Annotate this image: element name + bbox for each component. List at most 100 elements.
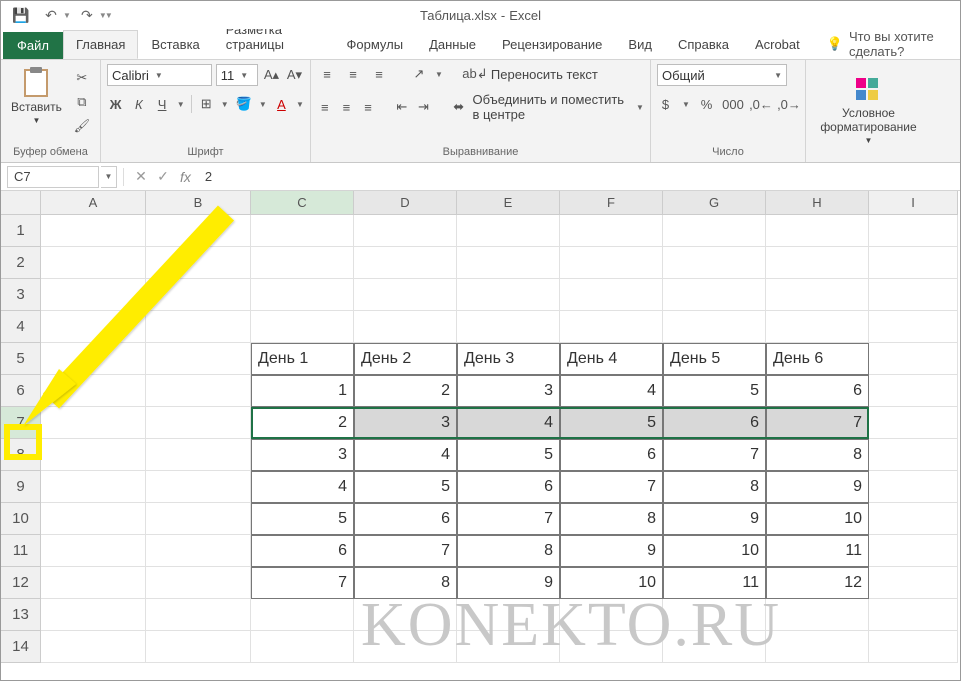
cell-E5[interactable]: День 3 (457, 343, 560, 375)
cell-H8[interactable]: 8 (766, 439, 869, 471)
cell-H11[interactable]: 11 (766, 535, 869, 567)
undo-icon[interactable]: ↶ (37, 3, 65, 27)
cell-D14[interactable] (354, 631, 457, 663)
cell-A1[interactable] (41, 215, 146, 247)
cell-I10[interactable] (869, 503, 958, 535)
cell-E12[interactable]: 9 (457, 567, 560, 599)
cell-C3[interactable] (251, 279, 354, 311)
align-bottom-icon[interactable]: ≡ (369, 64, 389, 84)
tab-insert[interactable]: Вставка (138, 30, 212, 59)
increase-indent-icon[interactable]: ⇥ (416, 97, 432, 117)
number-format-select[interactable]: Общий▼ (657, 64, 787, 86)
cell-B2[interactable] (146, 247, 251, 279)
row-header-6[interactable]: 6 (1, 375, 41, 407)
align-center-icon[interactable]: ≡ (339, 97, 355, 117)
cell-G7[interactable]: 6 (663, 407, 766, 439)
confirm-icon[interactable]: ✓ (152, 168, 174, 185)
cell-G11[interactable]: 10 (663, 535, 766, 567)
thousands-icon[interactable]: 000 (723, 94, 743, 114)
cell-D13[interactable] (354, 599, 457, 631)
cell-B11[interactable] (146, 535, 251, 567)
align-top-icon[interactable]: ≡ (317, 64, 337, 84)
row-header-9[interactable]: 9 (1, 471, 41, 503)
cell-F2[interactable] (560, 247, 663, 279)
cell-B13[interactable] (146, 599, 251, 631)
row-header-10[interactable]: 10 (1, 503, 41, 535)
save-icon[interactable]: 💾 (7, 3, 35, 27)
cell-I14[interactable] (869, 631, 958, 663)
cell-A11[interactable] (41, 535, 146, 567)
tab-review[interactable]: Рецензирование (489, 30, 615, 59)
tell-me-search[interactable]: 💡 Что вы хотите сделать? (827, 29, 960, 59)
cell-F5[interactable]: День 4 (560, 343, 663, 375)
cell-B3[interactable] (146, 279, 251, 311)
redo-icon[interactable]: ↷ (73, 3, 101, 27)
merge-center-button[interactable]: Объединить и поместить в центре (472, 92, 630, 122)
col-header-B[interactable]: B (146, 191, 251, 215)
font-size-select[interactable]: 11▼ (216, 64, 258, 86)
cell-F9[interactable]: 7 (560, 471, 663, 503)
col-header-C[interactable]: C (251, 191, 354, 215)
align-left-icon[interactable]: ≡ (317, 97, 333, 117)
col-header-F[interactable]: F (560, 191, 663, 215)
cell-G5[interactable]: День 5 (663, 343, 766, 375)
cell-I4[interactable] (869, 311, 958, 343)
cell-A8[interactable] (41, 439, 146, 471)
cell-C6[interactable]: 1 (251, 375, 354, 407)
cell-D2[interactable] (354, 247, 457, 279)
cell-I2[interactable] (869, 247, 958, 279)
fill-color-icon[interactable]: 🪣 (235, 94, 253, 114)
cell-A10[interactable] (41, 503, 146, 535)
cell-B4[interactable] (146, 311, 251, 343)
cell-G1[interactable] (663, 215, 766, 247)
row-header-14[interactable]: 14 (1, 631, 41, 663)
cell-D7[interactable]: 3 (354, 407, 457, 439)
cell-A4[interactable] (41, 311, 146, 343)
row-header-3[interactable]: 3 (1, 279, 41, 311)
cell-F13[interactable] (560, 599, 663, 631)
col-header-H[interactable]: H (766, 191, 869, 215)
cell-D8[interactable]: 4 (354, 439, 457, 471)
cell-D10[interactable]: 6 (354, 503, 457, 535)
cell-H2[interactable] (766, 247, 869, 279)
tab-home[interactable]: Главная (63, 30, 138, 59)
cell-C2[interactable] (251, 247, 354, 279)
decrease-font-icon[interactable]: A▾ (285, 65, 304, 85)
font-name-select[interactable]: Calibri▼ (107, 64, 212, 86)
row-header-5[interactable]: 5 (1, 343, 41, 375)
cell-D3[interactable] (354, 279, 457, 311)
cell-C5[interactable]: День 1 (251, 343, 354, 375)
merge-icon[interactable]: ⬌ (451, 97, 467, 117)
cell-E9[interactable]: 6 (457, 471, 560, 503)
qat-customize-icon[interactable]: ▼ (105, 11, 113, 20)
row-header-2[interactable]: 2 (1, 247, 41, 279)
col-header-D[interactable]: D (354, 191, 457, 215)
wrap-text-icon[interactable]: ab↲ (465, 64, 485, 84)
cell-E6[interactable]: 3 (457, 375, 560, 407)
cell-G6[interactable]: 5 (663, 375, 766, 407)
font-color-icon[interactable]: A (273, 94, 290, 114)
cell-I13[interactable] (869, 599, 958, 631)
italic-button[interactable]: К (130, 94, 147, 114)
copy-icon[interactable]: ⧉ (72, 92, 92, 112)
cell-E3[interactable] (457, 279, 560, 311)
cell-D6[interactable]: 2 (354, 375, 457, 407)
fx-icon[interactable]: fx (180, 169, 191, 185)
borders-icon[interactable]: ⊞ (198, 94, 215, 114)
row-header-12[interactable]: 12 (1, 567, 41, 599)
cell-G3[interactable] (663, 279, 766, 311)
name-box-dropdown-icon[interactable]: ▼ (101, 166, 117, 188)
percent-icon[interactable]: % (698, 94, 715, 114)
cell-F8[interactable]: 6 (560, 439, 663, 471)
align-middle-icon[interactable]: ≡ (343, 64, 363, 84)
tab-file[interactable]: Файл (3, 32, 63, 59)
col-header-I[interactable]: I (869, 191, 958, 215)
cell-C1[interactable] (251, 215, 354, 247)
increase-font-icon[interactable]: A▴ (262, 65, 281, 85)
col-header-A[interactable]: A (41, 191, 146, 215)
cell-H5[interactable]: День 6 (766, 343, 869, 375)
cell-E1[interactable] (457, 215, 560, 247)
cell-F14[interactable] (560, 631, 663, 663)
bold-button[interactable]: Ж (107, 94, 124, 114)
cell-I12[interactable] (869, 567, 958, 599)
